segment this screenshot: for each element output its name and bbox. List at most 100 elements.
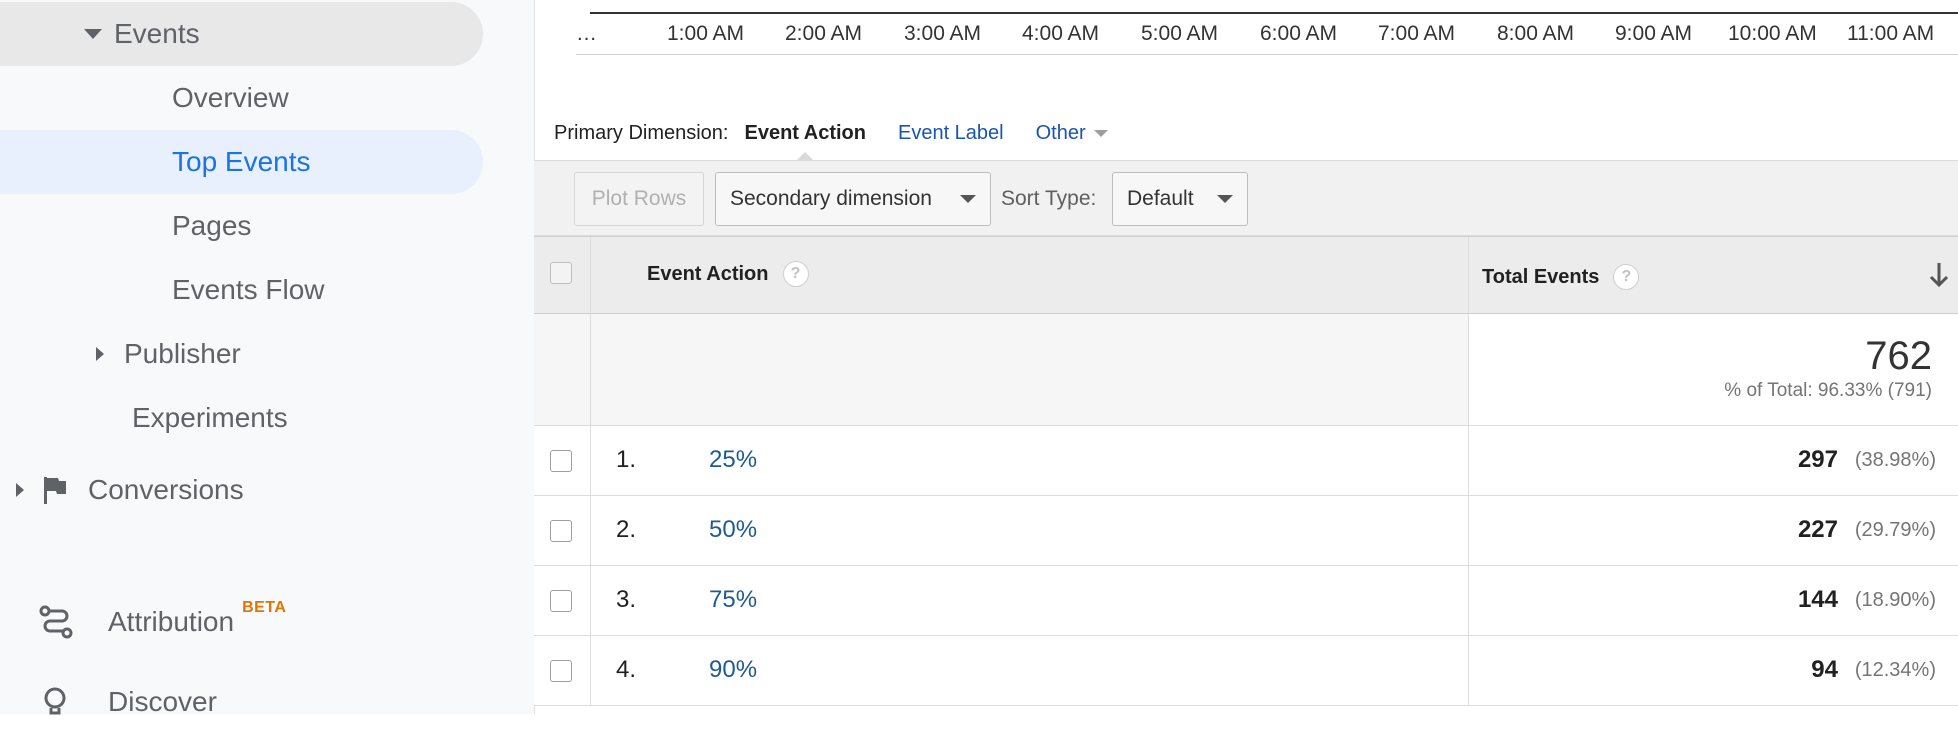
lightbulb-icon [42, 686, 68, 718]
row-checkbox[interactable] [550, 590, 572, 612]
row-rank: 2. [616, 516, 637, 543]
expand-caret-icon [0, 29, 114, 39]
sidebar-item-events-flow[interactable]: Events Flow [0, 258, 325, 322]
row-total-percent: (29.79%) [1854, 519, 1936, 541]
sidebar-item-conversions[interactable]: Conversions [0, 458, 244, 522]
sort-type-dropdown[interactable]: Default [1112, 172, 1248, 226]
sidebar-item-discover[interactable]: Discover [0, 670, 217, 734]
sidebar-item-publisher[interactable]: Publisher [0, 322, 241, 386]
header-total-events-cell: Total Events ? [1469, 237, 1958, 313]
flag-icon [42, 475, 68, 505]
timeline-tick: 9:00 AM [1615, 22, 1693, 45]
sidebar-item-label: Publisher [124, 338, 241, 369]
table-toolbar: Plot Rows Secondary dimension Sort Type:… [534, 160, 1958, 236]
row-rank: 4. [616, 656, 637, 683]
help-icon[interactable]: ? [1613, 264, 1640, 290]
dimension-other-dropdown[interactable]: Other [1036, 122, 1108, 145]
table-row: 3. 75% 144 (18.90%) [534, 566, 1958, 636]
sidebar-item-label: Overview [172, 82, 289, 113]
dimension-label: Other [1035, 121, 1086, 144]
summary-row: 762 % of Total: 96.33% (791) [534, 314, 1958, 426]
select-all-checkbox[interactable] [550, 262, 572, 284]
event-action-link[interactable]: 90% [709, 656, 757, 684]
help-icon[interactable]: ? [782, 261, 809, 287]
event-action-link[interactable]: 75% [709, 586, 757, 614]
timeline-tick: 10:00 AM [1728, 22, 1817, 45]
timeline-tick: 5:00 AM [1141, 22, 1219, 45]
row-checkbox-cell [534, 636, 591, 705]
dimension-event-label[interactable]: Event Label [898, 122, 1004, 145]
sidebar-item-overview[interactable]: Overview [0, 66, 289, 130]
timeline-tick: 1:00 AM [667, 22, 745, 45]
table-row: 1. 25% 297 (38.98%) [534, 426, 1958, 496]
main-content: … 1:00 AM 2:00 AM 3:00 AM 4:00 AM 5:00 A… [534, 0, 1958, 714]
row-checkbox[interactable] [550, 520, 572, 542]
row-action-cell: 3. 75% [591, 566, 1469, 635]
dimension-label: Event Action [744, 121, 866, 144]
row-total-value: 297 [1797, 446, 1838, 473]
sidebar-item-top-events[interactable]: Top Events [0, 130, 483, 194]
sidebar-item-events[interactable]: Events [0, 2, 483, 66]
row-total-percent: (38.98%) [1854, 449, 1936, 471]
column-header-event-action[interactable]: Event Action ? [647, 261, 809, 287]
header-checkbox-cell [534, 237, 591, 313]
column-header-total-events[interactable]: Total Events ? [1482, 264, 1640, 290]
attribution-icon [38, 604, 74, 640]
row-total-cell: 144 (18.90%) [1469, 566, 1958, 635]
summary-total-cell: 762 % of Total: 96.33% (791) [1469, 314, 1958, 425]
column-header-label: Event Action [647, 262, 769, 285]
sidebar-item-experiments[interactable]: Experiments [0, 386, 288, 450]
summary-checkbox-cell [534, 314, 591, 425]
row-total-value: 144 [1797, 586, 1838, 613]
timeline-tick: 8:00 AM [1497, 22, 1575, 45]
row-total-cell: 94 (12.34%) [1469, 636, 1958, 705]
summary-total-value: 762 [1865, 334, 1932, 378]
sidebar-nav: Events Overview Top Events Pages Events … [0, 0, 535, 717]
timeline-tick: 3:00 AM [904, 22, 982, 45]
row-total-cell: 297 (38.98%) [1469, 426, 1958, 495]
dimension-event-action[interactable]: Event Action [744, 121, 866, 162]
secondary-dimension-dropdown[interactable]: Secondary dimension [715, 172, 991, 226]
row-checkbox-cell [534, 566, 591, 635]
timeline-line [590, 12, 1958, 14]
sort-type-label: Sort Type: [1001, 187, 1097, 210]
row-total-percent: (18.90%) [1854, 589, 1936, 611]
collapse-caret-icon [0, 483, 24, 497]
sidebar-item-attribution[interactable]: Attribution BETA [0, 590, 286, 654]
row-action-cell: 1. 25% [591, 426, 1469, 495]
timeline-baseline [576, 54, 1958, 55]
sidebar-item-label: Experiments [132, 402, 288, 433]
row-checkbox[interactable] [550, 450, 572, 472]
row-checkbox-cell [534, 496, 591, 565]
primary-dimension-bar: Primary Dimension: Event Action Event La… [554, 118, 1108, 162]
summary-action-cell [591, 314, 1469, 425]
summary-percent-of-total: % of Total: 96.33% (791) [1724, 380, 1932, 401]
chevron-down-icon [1093, 129, 1108, 137]
row-action-cell: 2. 50% [591, 496, 1469, 565]
sidebar-item-label: Top Events [172, 146, 311, 177]
sidebar-item-label: Pages [172, 210, 252, 241]
dropdown-label: Default [1127, 187, 1194, 210]
primary-dimension-label: Primary Dimension: [554, 121, 729, 144]
timeline-tick: 11:00 AM [1847, 22, 1935, 45]
table-header: Event Action ? Total Events ? [534, 236, 1958, 314]
timeline-tick: 7:00 AM [1378, 22, 1456, 45]
event-action-link[interactable]: 50% [709, 516, 757, 544]
chevron-down-icon [960, 195, 976, 203]
row-rank: 3. [616, 586, 637, 613]
sidebar-item-label: Events Flow [172, 274, 325, 305]
row-checkbox[interactable] [550, 660, 572, 682]
row-total-value: 227 [1797, 516, 1838, 543]
beta-badge: BETA [242, 599, 287, 616]
event-action-link[interactable]: 25% [709, 446, 757, 474]
plot-rows-button[interactable]: Plot Rows [574, 172, 704, 226]
timeline-tick: … [576, 22, 597, 45]
sort-descending-icon[interactable] [1928, 261, 1950, 289]
header-event-action-cell: Event Action ? [591, 237, 1469, 313]
sidebar-item-label: Attribution [108, 606, 235, 637]
chevron-down-icon [1217, 195, 1233, 203]
table-row: 2. 50% 227 (29.79%) [534, 496, 1958, 566]
sidebar-item-pages[interactable]: Pages [0, 194, 251, 258]
row-total-percent: (12.34%) [1854, 659, 1936, 681]
row-action-cell: 4. 90% [591, 636, 1469, 705]
